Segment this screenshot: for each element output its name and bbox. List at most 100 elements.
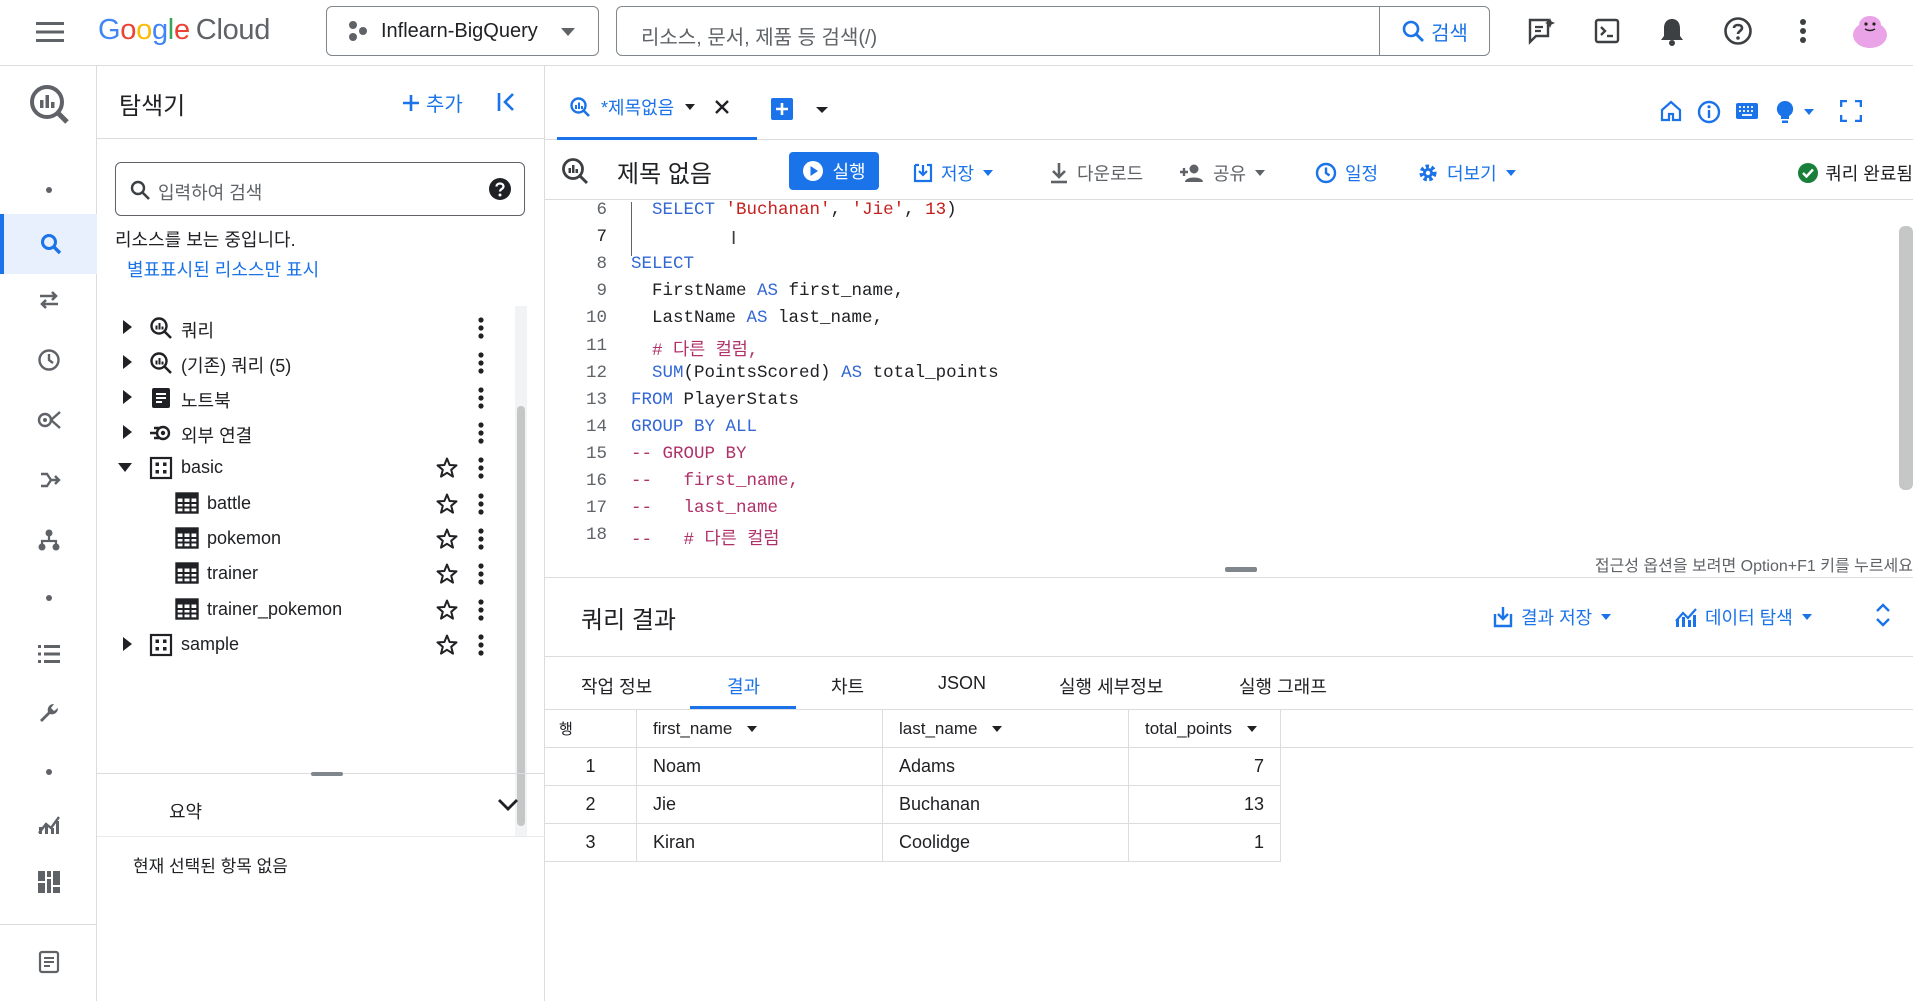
add-button[interactable]: 추가: [402, 88, 463, 117]
more-vert-icon[interactable]: [477, 421, 485, 445]
global-search[interactable]: 리소스, 문서, 제품 등 검색(/) 검색: [616, 6, 1490, 56]
schedule-button[interactable]: 일정: [1315, 160, 1378, 186]
save-results-button[interactable]: 결과 저장: [1493, 604, 1612, 630]
more-vert-icon[interactable]: [477, 527, 485, 551]
home-icon[interactable]: [1660, 100, 1682, 122]
column-header[interactable]: last_name: [883, 710, 1129, 748]
rail-admin[interactable]: [0, 686, 97, 742]
project-selector[interactable]: Inflearn-BigQuery: [326, 6, 599, 56]
sort-menu-icon[interactable]: [977, 725, 1003, 733]
tab-job-info[interactable]: 작업 정보: [581, 673, 652, 699]
search-button[interactable]: 검색: [1379, 7, 1489, 55]
expand-arrow-icon[interactable]: [121, 319, 141, 339]
more-vert-icon[interactable]: [477, 316, 485, 340]
rail-release-notes[interactable]: [0, 934, 97, 990]
star-icon[interactable]: [435, 456, 459, 480]
chevron-down-icon[interactable]: [497, 798, 519, 812]
editor-tab[interactable]: *제목없음: [557, 76, 757, 140]
collapse-arrow-icon[interactable]: [117, 461, 137, 481]
column-header[interactable]: total_points: [1129, 710, 1281, 748]
tab-results[interactable]: 결과: [727, 673, 760, 699]
save-button[interactable]: 저장: [913, 160, 994, 186]
lightbulb-icon[interactable]: [1775, 100, 1795, 124]
more-button[interactable]: 더보기: [1417, 160, 1517, 186]
table-cell[interactable]: Kiran: [637, 824, 883, 862]
rail-jobs-list[interactable]: [0, 626, 97, 682]
explore-data-button[interactable]: 데이터 탐색: [1675, 604, 1813, 630]
more-vert-icon[interactable]: [477, 598, 485, 622]
star-icon[interactable]: [435, 598, 459, 622]
column-header[interactable]: 행: [545, 710, 637, 748]
rail-partner-center[interactable]: [0, 512, 97, 568]
expand-arrow-icon[interactable]: [121, 636, 141, 656]
run-button[interactable]: 실행: [789, 152, 879, 190]
avatar[interactable]: [1850, 10, 1890, 52]
rail-analytics-hub[interactable]: [0, 392, 97, 448]
editor-scrollbar[interactable]: [1899, 226, 1913, 490]
close-icon[interactable]: [714, 99, 730, 115]
table-cell[interactable]: 3: [545, 824, 637, 862]
sql-editor[interactable]: I 6 SELECT 'Buchanan', 'Jie', 13) 7 8 SELEC…: [545, 200, 1913, 558]
more-vert-icon[interactable]: [477, 633, 485, 657]
info-icon[interactable]: [1697, 100, 1721, 124]
rail-explorer-search[interactable]: [0, 214, 97, 274]
expand-arrow-icon[interactable]: [121, 424, 141, 444]
google-cloud-logo[interactable]: Google Cloud: [98, 12, 270, 48]
more-vert-icon[interactable]: [477, 456, 485, 480]
tree-item-sample[interactable]: sample: [97, 623, 517, 666]
table-cell[interactable]: 13: [1129, 786, 1281, 824]
rail-monitoring[interactable]: [0, 796, 97, 852]
table-row[interactable]: 1 Noam Adams 7: [545, 748, 1281, 786]
rail-dataform[interactable]: [0, 452, 97, 508]
main-menu-icon[interactable]: [36, 20, 66, 44]
expand-arrow-icon[interactable]: [121, 389, 141, 409]
keyboard-icon[interactable]: [1735, 102, 1759, 120]
more-vert-icon[interactable]: [477, 386, 485, 410]
chevron-down-icon[interactable]: [815, 106, 829, 114]
star-icon[interactable]: [435, 527, 459, 551]
resize-handle[interactable]: [311, 772, 343, 776]
show-starred-link[interactable]: 별표표시된 리소스만 표시: [127, 256, 319, 282]
table-row[interactable]: 2 Jie Buchanan 13: [545, 786, 1281, 824]
more-vert-icon[interactable]: [477, 562, 485, 586]
search-input[interactable]: 리소스, 문서, 제품 등 검색(/): [641, 21, 877, 50]
table-cell[interactable]: 1: [545, 748, 637, 786]
expand-arrow-icon[interactable]: [121, 354, 141, 374]
more-vert-icon[interactable]: [477, 492, 485, 516]
gemini-chat-icon[interactable]: [1524, 14, 1558, 48]
more-vert-icon[interactable]: [1786, 14, 1820, 48]
star-icon[interactable]: [435, 492, 459, 516]
collapse-panel-button[interactable]: [495, 90, 519, 114]
table-cell[interactable]: Adams: [883, 748, 1129, 786]
explorer-scrollbar-thumb[interactable]: [517, 406, 525, 826]
table-row[interactable]: 3 Kiran Coolidge 1: [545, 824, 1281, 862]
column-header[interactable]: first_name: [637, 710, 883, 748]
notifications-icon[interactable]: [1655, 14, 1689, 48]
table-cell[interactable]: Coolidge: [883, 824, 1129, 862]
sort-menu-icon[interactable]: [1232, 725, 1258, 733]
table-cell[interactable]: Noam: [637, 748, 883, 786]
rail-scheduled-queries[interactable]: [0, 332, 97, 388]
new-tab-icon[interactable]: [771, 98, 793, 120]
tab-execution-graph[interactable]: 실행 그래프: [1239, 673, 1327, 699]
tab-json[interactable]: JSON: [938, 673, 986, 694]
query-title[interactable]: 제목 없음: [617, 154, 712, 189]
table-cell[interactable]: Buchanan: [883, 786, 1129, 824]
fullscreen-icon[interactable]: [1840, 100, 1862, 122]
explorer-search-input[interactable]: 입력하여 검색: [158, 179, 262, 205]
table-cell[interactable]: 7: [1129, 748, 1281, 786]
bigquery-logo-icon[interactable]: [0, 74, 97, 134]
share-button[interactable]: 공유: [1179, 160, 1266, 186]
help-icon[interactable]: [1721, 14, 1755, 48]
table-cell[interactable]: Jie: [637, 786, 883, 824]
expand-collapse-icon[interactable]: [1875, 602, 1891, 628]
more-vert-icon[interactable]: [477, 351, 485, 375]
explorer-search-field[interactable]: 입력하여 검색: [115, 162, 525, 216]
table-cell[interactable]: 2: [545, 786, 637, 824]
tab-execution-details[interactable]: 실행 세부정보: [1059, 673, 1163, 699]
rail-dashboard[interactable]: [0, 854, 97, 910]
chevron-down-icon[interactable]: [1803, 108, 1815, 116]
star-icon[interactable]: [435, 562, 459, 586]
tab-chart[interactable]: 차트: [831, 673, 864, 699]
explorer-scrollbar[interactable]: [515, 306, 527, 836]
